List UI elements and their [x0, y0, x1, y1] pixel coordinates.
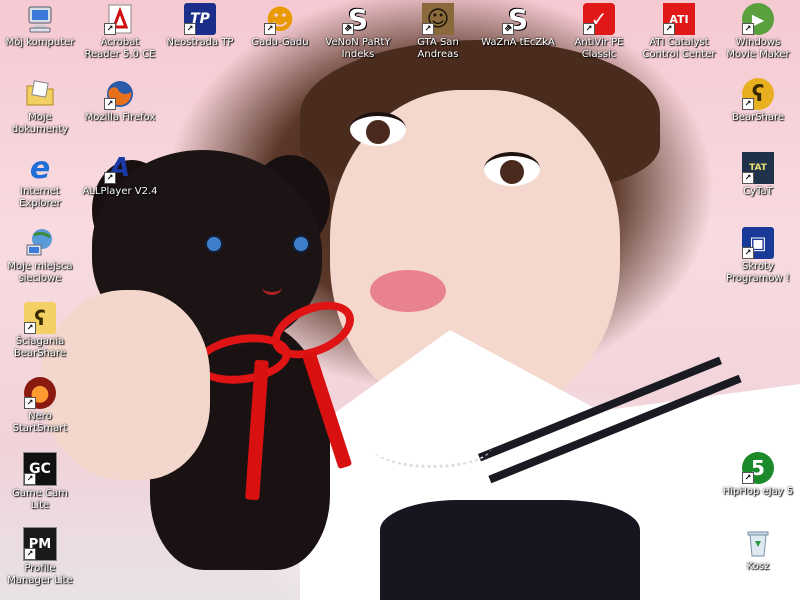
desktop-icon-gta-san-andreas[interactable]: ☺ ↗ GTA San Andreas — [400, 3, 476, 61]
cytat-icon: TAT ↗ — [742, 152, 774, 184]
shortcut-arrow-icon: ↗ — [104, 98, 116, 110]
shortcut-arrow-icon: ↗ — [502, 23, 514, 35]
desktop-icon-profile-manager-lite[interactable]: PM ↗ Profile Manager Lite — [2, 527, 78, 587]
profile-manager-icon: PM ↗ — [23, 527, 57, 561]
shortcut-arrow-icon: ↗ — [104, 172, 116, 184]
shortcut-arrow-icon: ↗ — [24, 322, 36, 334]
shortcut-arrow-icon: ↗ — [342, 23, 354, 35]
desktop-icon-cytat[interactable]: TAT ↗ CyTaT — [720, 152, 796, 198]
desktop-icon-ati-catalyst[interactable]: ATI ↗ ATI Catalyst Control Center — [641, 3, 717, 61]
desktop-icon-wazna-teczka[interactable]: S ↗ WaZnA tEcZkA — [480, 3, 556, 49]
desktop-icon-my-computer[interactable]: Mój komputer — [2, 3, 78, 49]
desktop-icon-bearshare-downloads[interactable]: ʕ ↗ Ściagania BearShare — [2, 302, 78, 360]
shortcut-arrow-icon: ↗ — [742, 23, 754, 35]
shortcut-arrow-icon: ↗ — [24, 548, 36, 560]
shortcuts-folder-icon: ▣ ↗ — [742, 227, 774, 259]
shortcut-arrow-icon: ↗ — [104, 23, 116, 35]
wallpaper-eye-left — [350, 112, 406, 146]
desktop-icon-nero-startsmart[interactable]: ● ↗ Nero StartSmart — [2, 377, 78, 435]
desktop-icon-antivir-pe-classic[interactable]: ✓ ↗ AntiVir PE Classic — [561, 3, 637, 61]
shortcut-arrow-icon: ↗ — [24, 473, 36, 485]
hiphop-ejay-icon: 5 ↗ — [742, 452, 774, 484]
network-places-icon — [24, 227, 56, 259]
shortcut-arrow-icon: ↗ — [184, 23, 196, 35]
bearshare-downloads-icon: ʕ ↗ — [24, 302, 56, 334]
gta-icon: ☺ ↗ — [422, 3, 454, 35]
antivir-icon: ✓ ↗ — [583, 3, 615, 35]
desktop-icon-recycle-bin[interactable]: Kosz — [720, 527, 796, 573]
shortcut-arrow-icon: ↗ — [742, 172, 754, 184]
desktop-icon-mozilla-firefox[interactable]: ↗ Mozilla Firefox — [82, 78, 158, 124]
wallpaper-bear-nose — [262, 280, 282, 295]
desktop-icon-skroty-programow[interactable]: ▣ ↗ Skroty Programow ! — [720, 227, 796, 285]
desktop-icon-bearshare[interactable]: ʕ ↗ BearShare — [720, 78, 796, 124]
desktop-icon-neostrada-tp[interactable]: TP ↗ Neostrada TP — [162, 3, 238, 49]
desktop-icon-my-documents[interactable]: Moje dokumenty — [2, 78, 78, 136]
desktop-icon-internet-explorer[interactable]: e Internet Explorer — [2, 150, 78, 210]
gadu-gadu-icon: ☻ ↗ — [264, 2, 295, 36]
nero-icon: ● ↗ — [24, 377, 56, 409]
desktop-icon-network-places[interactable]: Moje miejsca sieciowe — [2, 227, 78, 285]
wallpaper-bear-eye — [292, 235, 310, 253]
shortcut-arrow-icon: ↗ — [742, 472, 754, 484]
allplayer-icon: A ↗ — [104, 152, 136, 184]
recycle-bin-icon — [742, 527, 774, 559]
shortcut-arrow-icon: ↗ — [264, 23, 276, 35]
desktop-icon-hiphop-ejay-5[interactable]: 5 ↗ HipHop eJay 5 — [720, 452, 796, 498]
desktop-icon-windows-movie-maker[interactable]: ▶ ↗ Windows Movie Maker — [720, 3, 796, 61]
game-cam-icon: GC ↗ — [23, 452, 57, 486]
wazna-teczka-icon: S ↗ — [502, 3, 534, 36]
desktop-icon-allplayer[interactable]: A ↗ ALLPlayer V2.4 — [82, 152, 158, 198]
firefox-icon: ↗ — [104, 78, 136, 110]
acrobat-icon: ↗ — [104, 3, 136, 35]
computer-icon — [24, 3, 56, 35]
wallpaper-bear-eye — [205, 235, 223, 253]
wallpaper-tie — [380, 500, 640, 600]
my-documents-icon — [24, 78, 56, 110]
movie-maker-icon: ▶ ↗ — [742, 3, 774, 35]
desktop-icon-gadu-gadu[interactable]: ☻ ↗ Gadu-Gadu — [242, 3, 318, 49]
desktop-icon-venon-party-indeks[interactable]: S ↗ VeNoN PaRtY Indeks — [320, 3, 396, 61]
bearshare-icon: ʕ ↗ — [742, 78, 774, 110]
desktop-icon-game-cam-lite[interactable]: GC ↗ Game Cam Lite — [2, 452, 78, 512]
neostrada-icon: TP ↗ — [184, 3, 216, 35]
shortcut-arrow-icon: ↗ — [583, 23, 595, 35]
venon-icon: S ↗ — [342, 3, 374, 36]
shortcut-arrow-icon: ↗ — [24, 397, 36, 409]
desktop[interactable]: Mój komputer ↗ Acrobat Reader 5.0 CE TP … — [0, 0, 800, 600]
shortcut-arrow-icon: ↗ — [663, 23, 675, 35]
wallpaper-lips — [370, 270, 446, 312]
shortcut-arrow-icon: ↗ — [742, 247, 754, 259]
wallpaper-eye-right — [484, 152, 540, 186]
wallpaper-necklace — [372, 425, 492, 468]
ati-icon: ATI ↗ — [663, 3, 695, 35]
desktop-icon-acrobat-reader[interactable]: ↗ Acrobat Reader 5.0 CE — [82, 3, 158, 61]
internet-explorer-icon: e — [29, 150, 51, 186]
shortcut-arrow-icon: ↗ — [422, 23, 434, 35]
shortcut-arrow-icon: ↗ — [742, 98, 754, 110]
